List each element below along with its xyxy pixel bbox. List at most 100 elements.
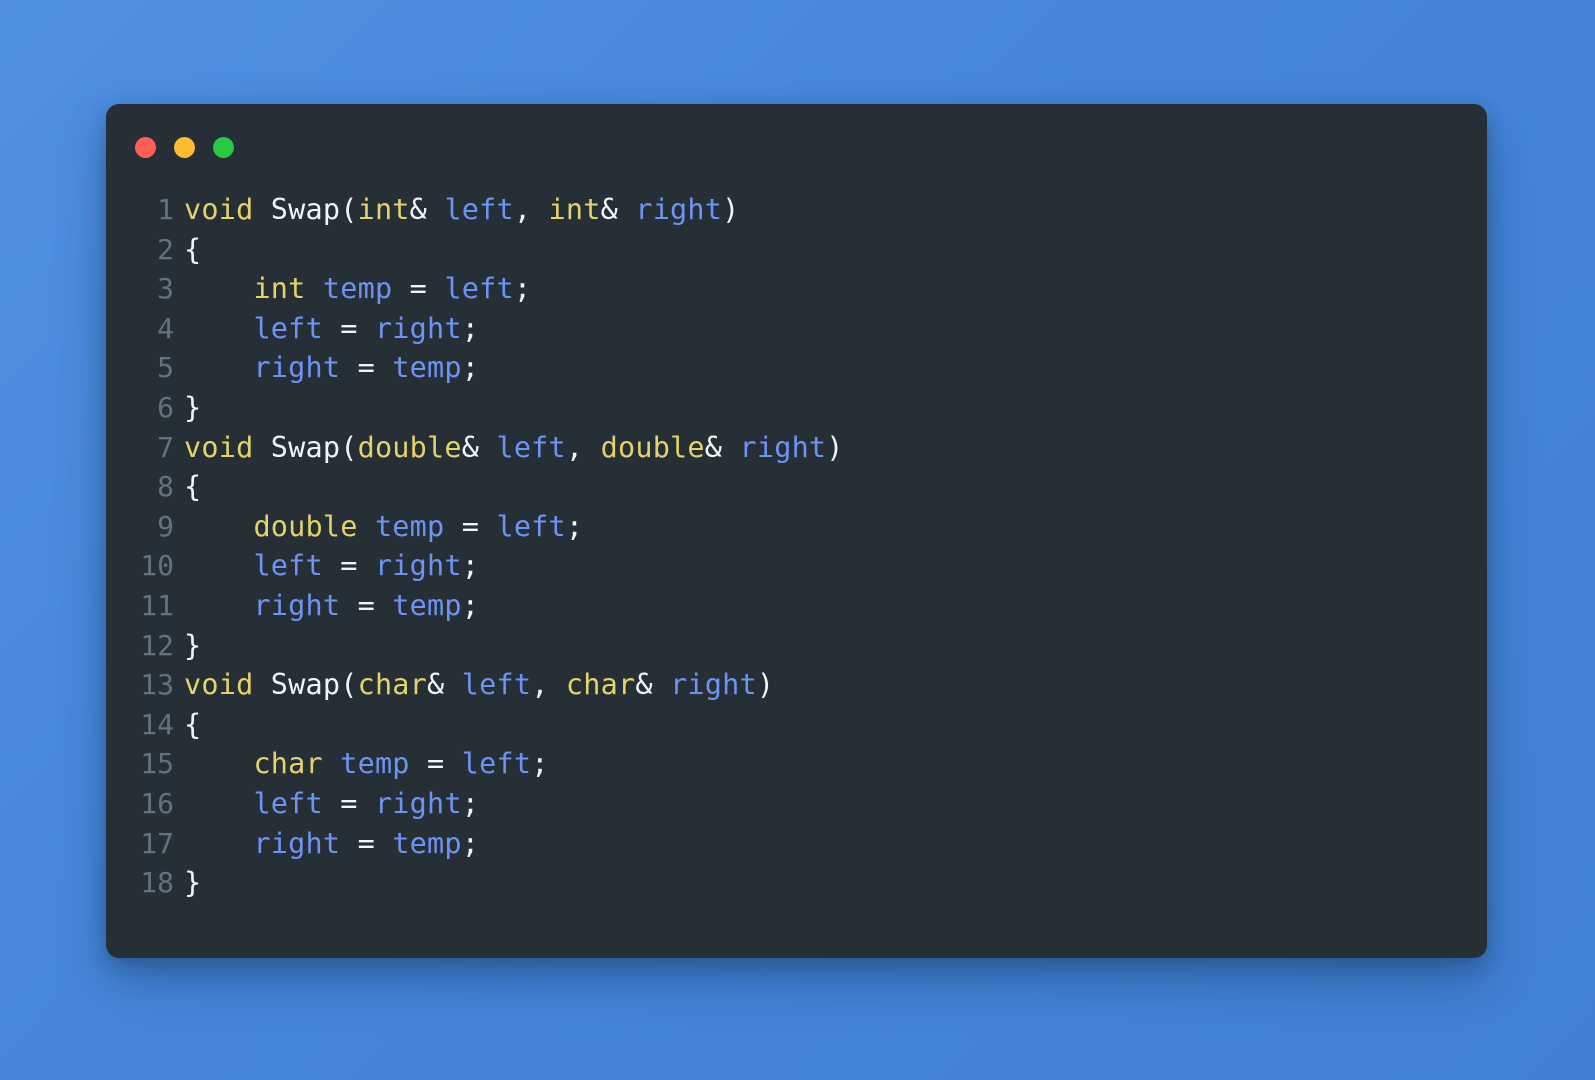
code-line-text[interactable]: { [184, 467, 1487, 507]
code-token-id: left [253, 311, 323, 345]
code-token-punc: , [513, 193, 532, 226]
code-line-text[interactable]: right = temp; [184, 348, 1487, 388]
code-line[interactable]: 9 double temp = left; [106, 507, 1487, 547]
minimize-button-icon[interactable] [174, 136, 195, 158]
code-line[interactable]: 14 { [106, 705, 1487, 745]
code-token-punc: = [357, 351, 375, 385]
code-line-text[interactable]: right = temp; [184, 824, 1487, 864]
code-token-kw: char [565, 668, 636, 702]
code-token-punc: ( [340, 430, 358, 464]
code-token-punc: } [184, 628, 202, 662]
line-number: 7 [157, 430, 174, 464]
code-token-fn: Swap [270, 430, 341, 464]
code-line-text[interactable]: } [184, 388, 1487, 428]
code-line-text[interactable]: double temp = left; [184, 507, 1487, 547]
code-editor-body[interactable]: 1 void Swap(int& left, int& right) 2{3 int… [106, 190, 1487, 958]
code-token-punc: & [427, 668, 445, 702]
window-titlebar [106, 104, 1487, 190]
code-line-text[interactable]: int temp = left; [184, 269, 1487, 309]
code-token-punc: ; [461, 311, 480, 345]
code-token-punc: ) [722, 193, 740, 226]
maximize-button-icon[interactable] [213, 136, 234, 158]
code-token-punc: & [409, 193, 428, 226]
code-line-text[interactable]: void Swap(char& left, char& right) [184, 665, 1487, 705]
code-line-text[interactable]: right = temp; [184, 586, 1487, 626]
code-token-punc: ; [461, 826, 480, 860]
code-line-text[interactable]: char temp = left; [184, 744, 1487, 784]
code-line[interactable]: 2{ [106, 230, 1487, 270]
code-token-id: temp [392, 826, 462, 860]
code-token-id: temp [374, 509, 445, 543]
code-token-punc: ; [565, 509, 584, 543]
close-button-icon[interactable] [135, 136, 156, 158]
code-token-id: left [496, 509, 566, 543]
code-line-text[interactable]: left = right; [184, 546, 1487, 586]
code-line[interactable]: 6} [106, 388, 1487, 428]
code-token-id: temp [392, 351, 462, 385]
code-line[interactable]: 3 int temp = left; [106, 269, 1487, 309]
code-line-text[interactable]: void Swap(double& left, double& right) [184, 428, 1487, 468]
code-token-punc: & [461, 430, 480, 464]
code-token-punc: ; [461, 351, 480, 385]
code-line-text[interactable]: void Swap(int& left, int& right) [184, 190, 1487, 230]
line-number: 15 [140, 747, 174, 781]
code-line-text[interactable]: { [184, 705, 1487, 745]
code-token-kw: void [184, 430, 254, 464]
code-line[interactable]: 10 left = right; [106, 546, 1487, 586]
code-token-punc: } [184, 390, 202, 424]
code-line[interactable]: 1 void Swap(int& left, int& right) [106, 190, 1487, 230]
code-line-text[interactable]: { [184, 230, 1487, 270]
code-line[interactable]: 15 char temp = left; [106, 744, 1487, 784]
code-line[interactable]: 13 void Swap(char& left, char& right) [106, 665, 1487, 705]
code-line-text[interactable]: } [184, 863, 1487, 903]
screenshot-stage: 1 void Swap(int& left, int& right) 2{3 int… [0, 0, 1595, 1080]
code-token-punc: = [357, 588, 375, 622]
code-token-id: right [253, 588, 341, 622]
line-number: 4 [157, 311, 174, 345]
line-number: 11 [140, 588, 174, 622]
code-token-id: right [374, 549, 462, 583]
code-line[interactable]: 16 left = right; [106, 784, 1487, 824]
code-token-id: temp [322, 272, 393, 306]
code-line[interactable]: 17 right = temp; [106, 824, 1487, 864]
code-line[interactable]: 8{ [106, 467, 1487, 507]
code-line[interactable]: 5 right = temp; [106, 348, 1487, 388]
code-token-fn: Swap [270, 668, 341, 702]
code-line-text[interactable]: left = right; [184, 784, 1487, 824]
code-token-kw: double [253, 509, 358, 543]
code-token-punc: ; [461, 588, 480, 622]
code-token-punc: { [184, 232, 202, 266]
code-token-id: left [253, 549, 323, 583]
code-line-text[interactable]: left = right; [184, 309, 1487, 349]
code-line[interactable]: 11 right = temp; [106, 586, 1487, 626]
code-line[interactable]: 7 void Swap(double& left, double& right) [106, 428, 1487, 468]
line-number: 5 [157, 351, 174, 385]
code-line[interactable]: 4 left = right; [106, 309, 1487, 349]
code-line[interactable]: 18} [106, 863, 1487, 903]
code-line-text[interactable]: } [184, 626, 1487, 666]
code-token-punc: = [461, 509, 480, 543]
line-number: 2 [157, 232, 174, 266]
line-number: 8 [157, 470, 174, 504]
code-line[interactable]: 12} [106, 626, 1487, 666]
